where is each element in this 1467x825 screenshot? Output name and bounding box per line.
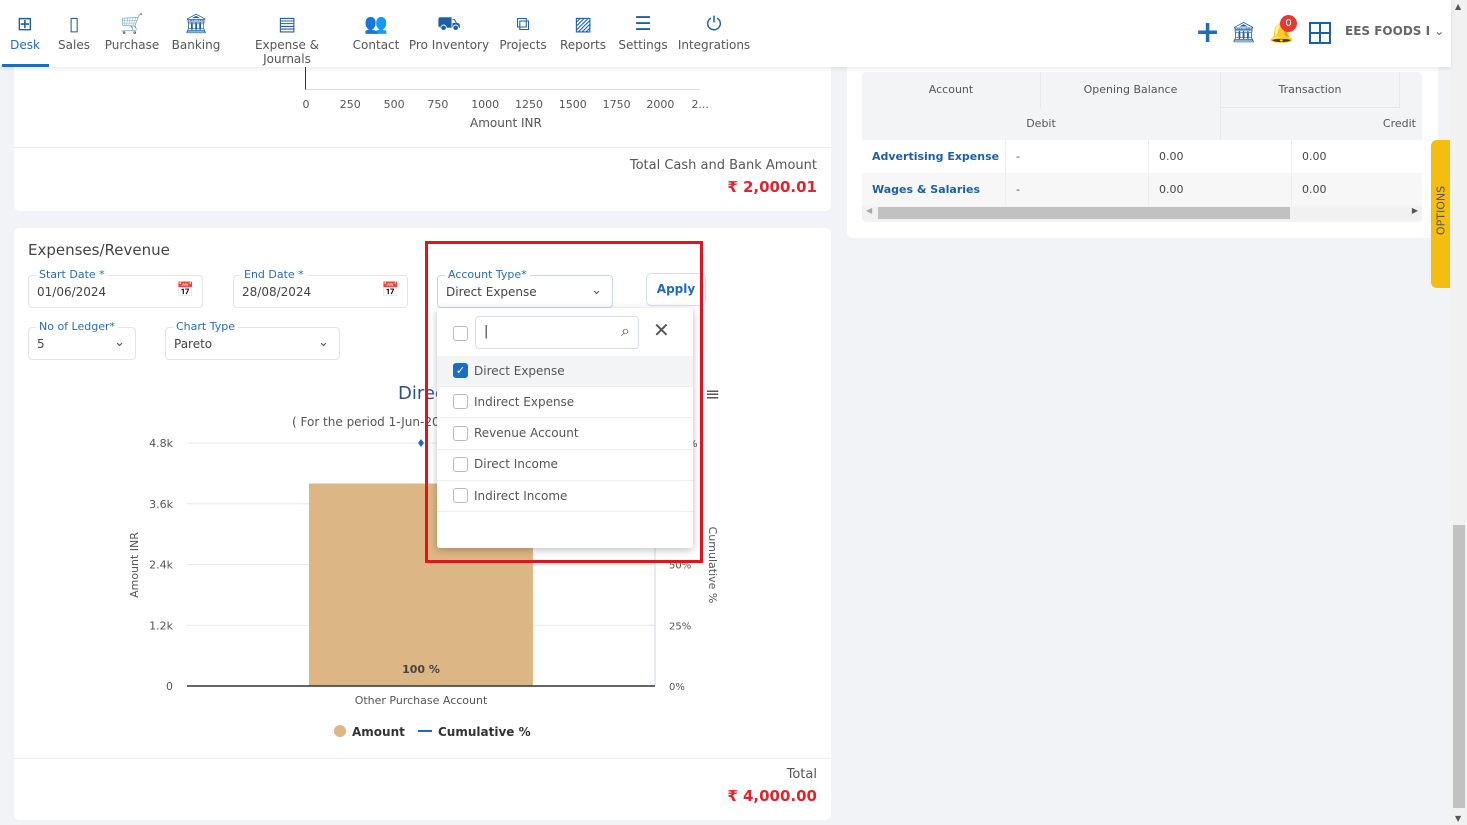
y-axis-label: Amount INR bbox=[128, 532, 141, 598]
nav-integrations[interactable]: ⏻ Integrations bbox=[669, 10, 759, 52]
option-revenue-account[interactable]: Revenue Account bbox=[437, 419, 693, 450]
option-label: Indirect Income bbox=[474, 488, 568, 503]
options-label: OPTIONS bbox=[1434, 185, 1448, 236]
company-name: EES FOODS I bbox=[1345, 24, 1431, 38]
ledger-card: Account Opening Balance Transaction Debi… bbox=[847, 60, 1438, 238]
header-opening-balance: Opening Balance bbox=[1040, 72, 1220, 108]
option-indirect-expense[interactable]: Indirect Expense bbox=[437, 387, 693, 419]
account-link[interactable]: Wages & Salaries bbox=[862, 173, 1005, 206]
company-selector[interactable]: EES FOODS I ⌄ bbox=[1345, 24, 1444, 38]
nav-label: Sales bbox=[58, 38, 90, 52]
nav-label: Integrations bbox=[677, 38, 751, 52]
header-account: Account bbox=[862, 72, 1040, 108]
nav-label: Settings bbox=[618, 38, 668, 52]
pareto-chart: 00%1.2k25%2.4k50%3.6k75%4.8k100%100 %Oth… bbox=[128, 383, 719, 739]
y-tick: 2.4k bbox=[149, 559, 173, 572]
header-credit: Credit bbox=[1220, 108, 1422, 140]
table-cell: 0.00 bbox=[1291, 173, 1422, 206]
x-tick: Other Purchase Account bbox=[355, 694, 488, 707]
table-cell: - bbox=[1005, 140, 1148, 173]
legend-amount: Amount bbox=[352, 725, 405, 739]
legend-cumulative: Cumulative % bbox=[438, 725, 531, 739]
add-icon[interactable]: + bbox=[1195, 18, 1220, 48]
option-label: Direct Income bbox=[474, 457, 558, 472]
select-all-checkbox[interactable] bbox=[453, 326, 468, 341]
integrations-icon: ⏻ bbox=[706, 13, 722, 35]
nav-label: Expense & Journals bbox=[254, 38, 320, 66]
journal-icon: ▤ bbox=[278, 13, 296, 35]
table-cell: - bbox=[1005, 173, 1148, 206]
active-tab-indicator bbox=[2, 64, 49, 67]
chart-subtitle: ( For the period 1-Jun-20 bbox=[292, 415, 440, 429]
dropdown-search-input[interactable]: | ⌕ bbox=[475, 316, 639, 349]
checkbox[interactable] bbox=[453, 456, 468, 472]
vertical-scrollbar[interactable]: ▲ ▼ bbox=[1451, 0, 1467, 825]
bank-icon: 🏛 bbox=[183, 13, 209, 35]
checkbox[interactable] bbox=[453, 394, 468, 410]
nav-label: Banking bbox=[171, 38, 221, 52]
nav-expense-journals[interactable]: ▤ Expense & Journals bbox=[242, 10, 332, 66]
option-label: Direct Expense bbox=[474, 363, 565, 378]
y2-axis-label: Cumulative % bbox=[706, 527, 719, 604]
option-label: Revenue Account bbox=[474, 426, 579, 441]
option-direct-income[interactable]: Direct Income bbox=[437, 450, 693, 481]
account-link[interactable]: Advertising Expense bbox=[862, 140, 1005, 173]
table-cell: 0.00 bbox=[1148, 173, 1291, 206]
search-icon: ⌕ bbox=[621, 321, 630, 340]
checkbox[interactable]: ✓ bbox=[453, 363, 468, 378]
y-tick: 4.8k bbox=[149, 437, 173, 450]
nav-banking[interactable]: 🏛 Banking bbox=[151, 10, 241, 52]
header-transaction: Transaction bbox=[1220, 72, 1400, 108]
chart-menu-icon[interactable]: ≡ bbox=[705, 386, 720, 404]
header-debit: Debit bbox=[862, 108, 1220, 140]
apps-grid-icon[interactable] bbox=[1309, 22, 1331, 44]
checkbox[interactable] bbox=[453, 488, 468, 504]
account-type-dropdown: | ⌕ ✕ ✓ Direct Expense Indirect Expense Reve… bbox=[437, 308, 693, 548]
legend-amount-icon bbox=[334, 725, 346, 737]
option-indirect-income[interactable]: Indirect Income bbox=[437, 481, 693, 513]
horizontal-scrollbar[interactable]: ◀ ▶ bbox=[862, 206, 1422, 220]
table-cell: 0.00 bbox=[1291, 140, 1422, 173]
options-tab[interactable]: OPTIONS bbox=[1431, 140, 1450, 288]
option-direct-expense[interactable]: ✓ Direct Expense bbox=[437, 356, 693, 387]
y-tick: 0 bbox=[166, 680, 173, 693]
checkbox[interactable] bbox=[453, 425, 468, 441]
nav-label: Contact bbox=[352, 38, 400, 52]
y2-tick: 25% bbox=[669, 621, 691, 632]
table-cell: 0.00 bbox=[1148, 140, 1291, 173]
data-label: 100 % bbox=[402, 663, 440, 676]
ledger-table: Account Opening Balance Transaction Debi… bbox=[862, 72, 1422, 222]
y2-tick: 50% bbox=[669, 561, 691, 572]
bank-transfer-icon[interactable]: 🏛 bbox=[1231, 20, 1256, 44]
y2-tick: 0% bbox=[669, 682, 685, 693]
y-tick: 3.6k bbox=[149, 498, 173, 511]
option-label: Indirect Expense bbox=[474, 394, 575, 409]
notification-badge: 0 bbox=[1280, 15, 1297, 32]
y-tick: 1.2k bbox=[149, 619, 173, 632]
cumulative-point bbox=[418, 439, 424, 447]
close-icon[interactable]: ✕ bbox=[653, 318, 670, 342]
chevron-down-icon: ⌄ bbox=[1434, 24, 1445, 38]
